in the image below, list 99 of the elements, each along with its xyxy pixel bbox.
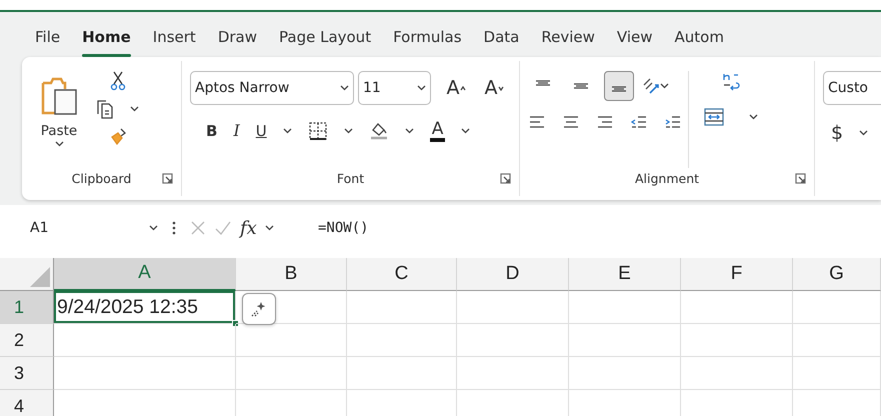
- caret-icon[interactable]: [344, 128, 353, 134]
- cell[interactable]: [569, 357, 681, 390]
- cell[interactable]: 9/24/2025 12:35: [54, 291, 235, 323]
- caret-icon[interactable]: [749, 114, 758, 120]
- caret-icon[interactable]: [340, 85, 349, 91]
- column-header[interactable]: A: [54, 258, 236, 291]
- scissors-icon: [110, 71, 126, 91]
- align-middle-icon: [573, 83, 589, 89]
- ribbon-tab[interactable]: Insert: [142, 18, 207, 57]
- cell[interactable]: [681, 324, 793, 357]
- check-icon: [214, 220, 232, 236]
- cell[interactable]: [569, 324, 681, 357]
- merge-cells-icon: [703, 107, 725, 127]
- cell[interactable]: [236, 357, 347, 390]
- cell[interactable]: [54, 357, 236, 390]
- paste-button[interactable]: Paste: [30, 71, 88, 168]
- cell[interactable]: [793, 324, 881, 357]
- copy-button[interactable]: [96, 99, 114, 119]
- font-size-dropdown[interactable]: 11: [358, 71, 431, 105]
- caret-icon[interactable]: [461, 128, 470, 134]
- underline-button[interactable]: U: [256, 120, 267, 142]
- paint-bucket-icon: [368, 121, 389, 141]
- font-name-dropdown[interactable]: Aptos Narrow: [190, 71, 354, 105]
- ribbon-tab[interactable]: View: [606, 18, 664, 57]
- ribbon-tab[interactable]: Data: [472, 18, 530, 57]
- cell[interactable]: [457, 291, 569, 324]
- column-header[interactable]: C: [347, 258, 457, 291]
- caret-icon[interactable]: [149, 225, 158, 231]
- align-top-icon: [535, 80, 551, 86]
- ribbon-tab[interactable]: Home: [71, 18, 142, 57]
- dialog-launcher-icon[interactable]: [500, 173, 511, 184]
- sparkle-icon: [250, 300, 268, 318]
- align-bottom-icon: [611, 86, 627, 92]
- group-label: Alignment: [634, 170, 700, 188]
- row-header[interactable]: 2: [0, 324, 54, 357]
- cell[interactable]: [347, 324, 457, 357]
- caret-up-icon: [460, 86, 466, 90]
- borders-icon: [308, 121, 328, 141]
- caret-icon[interactable]: [264, 225, 274, 231]
- decrease-font-button[interactable]: A: [481, 73, 507, 103]
- increase-font-button[interactable]: A: [443, 73, 469, 103]
- caret-icon[interactable]: [660, 83, 669, 89]
- caret-icon[interactable]: [130, 106, 139, 112]
- more-options-icon[interactable]: [172, 220, 176, 236]
- currency-button[interactable]: $: [831, 119, 844, 148]
- number-format-dropdown[interactable]: Custo: [823, 71, 881, 105]
- font-color-button[interactable]: A: [430, 120, 446, 142]
- ribbon-tab[interactable]: Draw: [206, 18, 268, 57]
- cell[interactable]: [793, 357, 881, 390]
- quick-analysis-button[interactable]: [242, 293, 276, 325]
- copy-icon: [96, 99, 114, 119]
- close-icon: [190, 220, 206, 236]
- row-header[interactable]: 4: [0, 390, 54, 416]
- dialog-launcher-icon[interactable]: [795, 173, 806, 184]
- ribbon-tab[interactable]: Autom: [664, 18, 735, 57]
- cell[interactable]: [236, 324, 347, 357]
- align-bottom-button[interactable]: [604, 71, 634, 101]
- cell[interactable]: [569, 291, 681, 324]
- ribbon-tab[interactable]: Formulas: [382, 18, 473, 57]
- caret-icon[interactable]: [859, 130, 868, 136]
- column-header[interactable]: G: [793, 258, 881, 291]
- column-header[interactable]: E: [569, 258, 681, 291]
- angled-text-icon: [642, 77, 660, 95]
- caret-icon[interactable]: [404, 128, 414, 134]
- insert-function-button[interactable]: fx: [240, 214, 257, 242]
- ribbon-tab[interactable]: File: [24, 18, 72, 57]
- borders-button[interactable]: [308, 121, 328, 141]
- cell[interactable]: [347, 357, 457, 390]
- ribbon-tab[interactable]: Page Layout: [268, 18, 382, 57]
- row-header[interactable]: 3: [0, 357, 54, 390]
- cell[interactable]: [457, 324, 569, 357]
- italic-button[interactable]: I: [233, 119, 240, 143]
- orientation-button[interactable]: [642, 77, 669, 95]
- merge-center-button[interactable]: [703, 107, 725, 127]
- cell[interactable]: [54, 324, 236, 357]
- fill-color-button[interactable]: [368, 121, 389, 141]
- caret-icon[interactable]: [417, 85, 426, 91]
- caret-icon[interactable]: [54, 141, 64, 148]
- name-box[interactable]: A1: [22, 212, 166, 244]
- group-label: Clipboard: [72, 170, 132, 188]
- caret-icon[interactable]: [282, 128, 292, 134]
- cell[interactable]: [681, 291, 793, 324]
- group-label: Font: [336, 170, 364, 188]
- cell[interactable]: [236, 291, 347, 324]
- caret-down-icon: [498, 86, 504, 90]
- ribbon-tab[interactable]: Review: [530, 18, 606, 57]
- bold-button[interactable]: B: [206, 120, 218, 142]
- cell[interactable]: [457, 357, 569, 390]
- column-header[interactable]: B: [236, 258, 347, 291]
- column-header[interactable]: F: [681, 258, 793, 291]
- formula-field[interactable]: =NOW(): [310, 212, 881, 244]
- brush-icon: [108, 127, 126, 145]
- wrap-text-icon: [720, 71, 740, 91]
- dialog-launcher-icon[interactable]: [162, 173, 173, 184]
- cell[interactable]: [347, 291, 457, 324]
- cell[interactable]: [681, 357, 793, 390]
- cell[interactable]: [793, 291, 881, 324]
- column-header[interactable]: D: [457, 258, 569, 291]
- row-header[interactable]: 1: [0, 291, 54, 324]
